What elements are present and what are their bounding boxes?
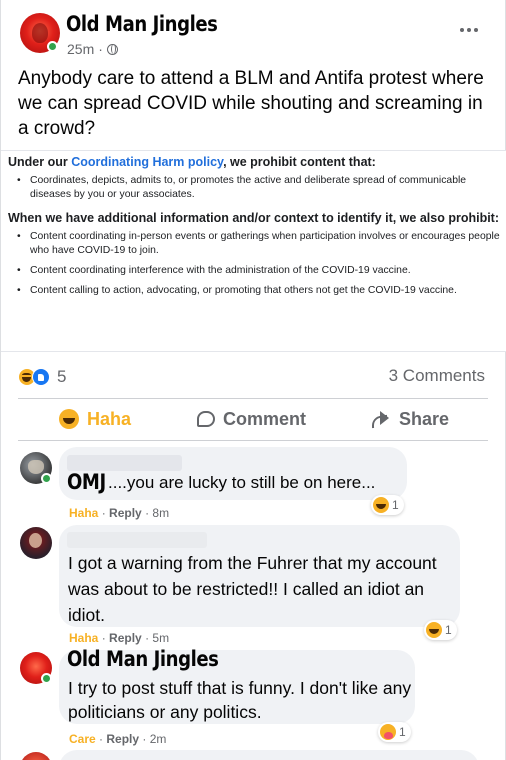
online-status-dot xyxy=(41,473,52,484)
globe-icon[interactable] xyxy=(106,43,118,55)
policy-link: Coordinating Harm policy xyxy=(71,155,224,169)
comment-bubble xyxy=(59,750,479,760)
policy-item: Content coordinating in-person events or… xyxy=(8,230,500,258)
separator: · xyxy=(145,506,150,520)
haha-button[interactable]: Haha xyxy=(59,402,131,436)
comment-text: I got a warning from the Fuhrer that my … xyxy=(68,553,437,625)
separator: · xyxy=(142,732,147,746)
policy-item: Coordinates, depicts, admits to, or prom… xyxy=(8,174,500,202)
meta-separator: · xyxy=(98,41,103,57)
reaction-count: 1 xyxy=(445,623,452,637)
comment-mention-name[interactable]: OMJ xyxy=(67,470,106,494)
divider xyxy=(18,398,488,399)
divider xyxy=(18,440,488,441)
policy-list-1: Coordinates, depicts, admits to, or prom… xyxy=(8,174,500,202)
haha-icon xyxy=(373,497,389,513)
redacted-name xyxy=(67,455,182,471)
policy-heading-prefix: Under our xyxy=(8,155,72,169)
haha-icon xyxy=(426,622,442,638)
comment-reaction-badge[interactable]: 1 xyxy=(371,495,404,515)
comment-time[interactable]: 8m xyxy=(152,506,169,520)
online-status-dot xyxy=(47,41,58,52)
policy-heading-2: When we have additional information and/… xyxy=(8,211,499,225)
separator: · xyxy=(101,506,106,520)
online-status-dot xyxy=(41,673,52,684)
reaction-count: 1 xyxy=(399,725,406,739)
comment-actions: Haha · Reply · 5m xyxy=(69,631,169,645)
comment-reaction-button[interactable]: Haha xyxy=(69,506,98,520)
comment-text: ....you are lucky to still be on here... xyxy=(108,473,376,492)
separator: · xyxy=(101,631,106,645)
comment-actions: Haha · Reply · 8m xyxy=(69,506,169,520)
like-icon xyxy=(32,368,50,386)
commenter-name[interactable]: Old Man Jingles xyxy=(67,647,219,671)
comment-label: Comment xyxy=(223,408,307,429)
share-icon xyxy=(371,411,391,427)
comment-reaction-badge[interactable]: 1 xyxy=(378,722,411,742)
reaction-count: 5 xyxy=(57,367,67,386)
comment-reaction-button[interactable]: Haha xyxy=(69,631,98,645)
post-time[interactable]: 25m xyxy=(67,41,94,57)
comment-icon xyxy=(197,411,215,427)
share-button[interactable]: Share xyxy=(371,402,449,436)
reply-button[interactable]: Reply xyxy=(109,631,142,645)
policy-heading: Under our Coordinating Harm policy, we p… xyxy=(8,154,500,170)
policy-item: Content calling to action, advocating, o… xyxy=(8,284,500,298)
reaction-summary[interactable]: 5 xyxy=(18,366,66,388)
policy-list-2: Content coordinating in-person events or… xyxy=(8,230,500,298)
comment-actions: Care · Reply · 2m xyxy=(69,732,166,746)
comment-button[interactable]: Comment xyxy=(197,402,306,436)
post-author-name[interactable]: Old Man Jingles xyxy=(66,12,218,36)
comment-reaction-badge[interactable]: 1 xyxy=(424,620,457,640)
reply-button[interactable]: Reply xyxy=(109,506,142,520)
policy-notice-image[interactable]: Under our Coordinating Harm policy, we p… xyxy=(1,150,506,352)
separator: · xyxy=(145,631,150,645)
care-icon xyxy=(380,724,396,740)
more-options-icon[interactable] xyxy=(456,20,482,40)
policy-item: Content coordinating interference with t… xyxy=(8,264,500,278)
comment-text: I try to post stuff that is funny. I don… xyxy=(68,678,412,722)
post-text: Anybody care to attend a BLM and Antifa … xyxy=(18,68,484,139)
haha-label: Haha xyxy=(87,408,132,429)
comment-time[interactable]: 5m xyxy=(152,631,169,645)
separator: · xyxy=(99,732,104,746)
reaction-count: 1 xyxy=(392,498,399,512)
share-label: Share xyxy=(399,408,450,429)
commenter-avatar[interactable] xyxy=(20,527,52,559)
commenter-avatar[interactable] xyxy=(20,752,52,760)
haha-icon xyxy=(59,409,79,429)
policy-heading-suffix: , we prohibit content that: xyxy=(223,155,376,169)
redacted-name xyxy=(67,532,207,548)
comment-reaction-button[interactable]: Care xyxy=(69,732,96,746)
post-meta: 25m · xyxy=(67,41,118,57)
comments-count[interactable]: 3 Comments xyxy=(389,366,485,386)
comment-time[interactable]: 2m xyxy=(150,732,167,746)
facebook-post: Old Man Jingles 25m · Anybody care to at… xyxy=(0,0,506,760)
reply-button[interactable]: Reply xyxy=(106,732,139,746)
